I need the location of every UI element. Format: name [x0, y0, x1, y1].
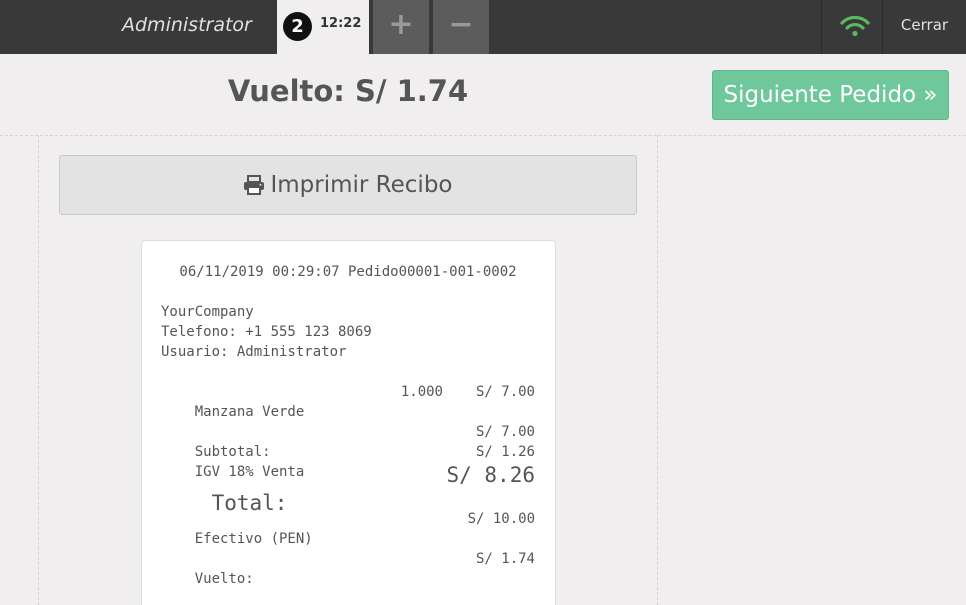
divider	[0, 135, 966, 136]
add-order-button[interactable]: +	[373, 0, 429, 54]
receipt-subtotal-value: S/ 7.00	[475, 424, 535, 440]
change-amount-title: Vuelto: S/ 1.74	[227, 74, 469, 108]
receipt: 06/11/2019 00:29:07 Pedido00001-001-0002…	[141, 240, 556, 605]
printer-icon	[244, 175, 265, 195]
order-tab[interactable]: 2 12:22	[277, 0, 369, 54]
receipt-change-label: Vuelto:	[194, 571, 254, 587]
wifi-icon	[840, 15, 870, 37]
receipt-tax-value: S/ 1.26	[475, 444, 535, 460]
print-receipt-label: Imprimir Recibo	[270, 172, 453, 198]
receipt-user: Usuario: Administrator	[161, 344, 347, 360]
receipt-payment-line: Efectivo (PEN) S/ 10.00	[161, 509, 535, 547]
receipt-header: 06/11/2019 00:29:07 Pedido00001-001-0002	[179, 264, 517, 280]
order-number-badge: 2	[283, 12, 312, 41]
receipt-total-value: S/ 8.26	[446, 463, 535, 487]
remove-order-button[interactable]: −	[433, 0, 489, 54]
receipt-subtotal-line: Subtotal: S/ 7.00	[161, 422, 535, 460]
divider	[38, 135, 39, 605]
user-name[interactable]: Administrator	[122, 14, 252, 36]
receipt-change-line: Vuelto: S/ 1.74	[161, 549, 535, 587]
next-order-button[interactable]: Siguiente Pedido »	[712, 70, 949, 120]
receipt-payment-label: Efectivo (PEN)	[194, 531, 313, 547]
receipt-item-line: Manzana Verde 1.000 S/ 7.00	[161, 382, 535, 420]
receipt-payment-value: S/ 10.00	[467, 511, 535, 527]
receipt-tax-line: IGV 18% Venta S/ 1.26	[161, 442, 535, 480]
receipt-item-qty: 1.000	[400, 384, 443, 400]
order-time: 12:22	[320, 16, 362, 31]
receipt-company: YourCompany	[161, 304, 254, 320]
topbar-divider	[821, 0, 822, 54]
close-button[interactable]: Cerrar	[883, 0, 966, 54]
receipt-total-line: Total: S/ 8.26	[161, 461, 535, 515]
receipt-phone: Telefono: +1 555 123 8069	[161, 324, 372, 340]
top-bar: Administrator 2 12:22 + − Cerrar	[0, 0, 966, 54]
receipt-item-price: S/ 7.00	[475, 384, 535, 400]
print-receipt-button[interactable]: Imprimir Recibo	[59, 155, 637, 215]
receipt-change-value: S/ 1.74	[475, 551, 535, 567]
receipt-item-name: Manzana Verde	[194, 404, 305, 420]
divider	[657, 135, 658, 605]
